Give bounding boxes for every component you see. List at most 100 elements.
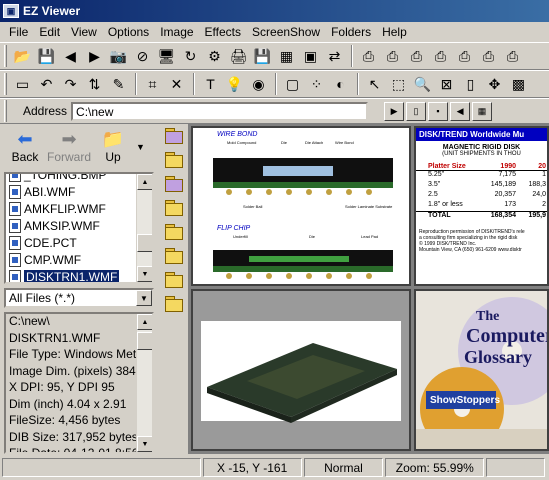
- convert-button[interactable]: ⇄: [323, 45, 346, 67]
- forward-button[interactable]: ➡ Forward: [47, 128, 92, 164]
- page-button[interactable]: ▯: [459, 73, 482, 95]
- folder-icon[interactable]: [164, 174, 184, 192]
- forward-arrow-button[interactable]: ▶: [83, 45, 106, 67]
- menu-file[interactable]: File: [4, 25, 34, 39]
- menu-image[interactable]: Image: [155, 25, 199, 39]
- scroll-down-icon[interactable]: ▼: [137, 266, 152, 282]
- frame-button[interactable]: ▢: [281, 73, 304, 95]
- address-input[interactable]: C:\new: [71, 101, 369, 121]
- folder-icon[interactable]: [164, 222, 184, 240]
- list-item[interactable]: AMKSIP.WMF: [6, 217, 152, 234]
- delete-button[interactable]: ✕: [165, 73, 188, 95]
- list-item[interactable]: ABI.WMF: [6, 183, 152, 200]
- svg-text:Lead Pad: Lead Pad: [361, 234, 378, 239]
- list-item[interactable]: CMP.WMF: [6, 251, 152, 268]
- forward-label: Forward: [47, 150, 92, 164]
- print-button[interactable]: 🖨: [227, 45, 250, 67]
- scroll-thumb[interactable]: [137, 234, 152, 252]
- color-button[interactable]: ◐: [329, 73, 352, 95]
- toolbar-grip[interactable]: [4, 100, 7, 122]
- bga-chip-image: [207, 343, 397, 423]
- move-button[interactable]: ✥: [483, 73, 506, 95]
- play-button[interactable]: ▶: [384, 101, 405, 121]
- menu-effects[interactable]: Effects: [200, 25, 247, 39]
- menu-options[interactable]: Options: [103, 25, 155, 39]
- redo-button[interactable]: ↷: [59, 73, 82, 95]
- thumbnail-icon: ▣: [303, 47, 318, 64]
- file-list[interactable]: _TOHING.BMP ABI.WMF AMKFLIP.WMF AMKSIP.W…: [4, 172, 154, 284]
- pause-button[interactable]: ▯: [406, 101, 427, 121]
- printer3-button[interactable]: ⎙: [405, 45, 428, 67]
- slideshow-icon[interactable]: ▦: [472, 101, 493, 121]
- scroll-thumb[interactable]: [137, 332, 152, 350]
- thumbnail-button[interactable]: ▣: [299, 45, 322, 67]
- info-scrollbar[interactable]: ▲ ▼: [136, 314, 152, 452]
- undo-button[interactable]: ↶: [35, 73, 58, 95]
- camera-button[interactable]: 📷: [107, 45, 130, 67]
- scatter-button[interactable]: ⁘: [305, 73, 328, 95]
- prev-button[interactable]: ◀: [450, 101, 471, 121]
- back-arrow-button[interactable]: ◀: [59, 45, 82, 67]
- menu-help[interactable]: Help: [377, 25, 413, 39]
- list-item[interactable]: AMKFLIP.WMF: [6, 200, 152, 217]
- select-pointer-button[interactable]: ↖: [363, 73, 386, 95]
- toolbar-separator: [351, 45, 353, 67]
- marquee-button[interactable]: ⬚: [387, 73, 410, 95]
- scroll-down-icon[interactable]: ▼: [137, 436, 152, 452]
- camera-icon: 📷: [109, 47, 128, 64]
- folder-icon[interactable]: [164, 150, 184, 168]
- folder-icon[interactable]: [164, 126, 184, 144]
- printer6-button[interactable]: ⎙: [477, 45, 500, 67]
- thumbnail-bga-chip[interactable]: [191, 289, 411, 451]
- menu-folders[interactable]: Folders: [326, 25, 377, 39]
- printer4-button[interactable]: ⎙: [429, 45, 452, 67]
- zoom-button[interactable]: 🔍: [411, 73, 434, 95]
- menu-screenshow[interactable]: ScreenShow: [247, 25, 326, 39]
- grid-button[interactable]: ▩: [507, 73, 530, 95]
- flip-button[interactable]: ⇅: [83, 73, 106, 95]
- toolbar-grip[interactable]: [4, 73, 7, 95]
- open-button[interactable]: 📂: [11, 45, 34, 67]
- folder-icon[interactable]: [164, 246, 184, 264]
- list-item[interactable]: CDE.PCT: [6, 234, 152, 251]
- back-button[interactable]: ⬅ Back: [4, 128, 46, 164]
- file-type-filter[interactable]: All Files (*.*) ▼: [4, 288, 154, 308]
- info-line: File Date: 04-12-01 8:56:5: [9, 446, 149, 454]
- redeye-button[interactable]: ◉: [247, 73, 270, 95]
- bulb-button[interactable]: 💡: [223, 73, 246, 95]
- monitor-button[interactable]: 🖥: [155, 45, 178, 67]
- list-item[interactable]: _TOHING.BMP: [6, 174, 152, 183]
- printer7-button[interactable]: ⎙: [501, 45, 524, 67]
- list-item-selected[interactable]: DISKTRN1.WMF: [6, 268, 152, 282]
- menu-edit[interactable]: Edit: [34, 25, 66, 39]
- toolbar-grip[interactable]: [4, 45, 7, 67]
- printer2-button[interactable]: ⎙: [381, 45, 404, 67]
- chevron-down-icon[interactable]: ▼: [136, 142, 145, 152]
- printer-button[interactable]: ⎙: [357, 45, 380, 67]
- text-button[interactable]: T: [199, 73, 222, 95]
- scroll-up-icon[interactable]: ▲: [137, 174, 152, 190]
- crop-button[interactable]: ⌗: [141, 73, 164, 95]
- stop-button[interactable]: ⊘: [131, 45, 154, 67]
- disk-button[interactable]: 💾: [251, 45, 274, 67]
- folder-icon[interactable]: [164, 270, 184, 288]
- settings-button[interactable]: ⚙: [203, 45, 226, 67]
- scroll-up-icon[interactable]: ▲: [137, 314, 152, 330]
- printer5-button[interactable]: ⎙: [453, 45, 476, 67]
- gallery-button[interactable]: ▦: [275, 45, 298, 67]
- thumbnail-cds[interactable]: The Computer Glossary ShowStoppers: [414, 289, 549, 451]
- rotate-button[interactable]: ↻: [179, 45, 202, 67]
- folder-icon[interactable]: [164, 198, 184, 216]
- thumbnail-disktrend[interactable]: DISK/TREND Worldwide Mu MAGNETIC RIGID D…: [414, 126, 549, 286]
- menu-view[interactable]: View: [66, 25, 103, 39]
- effects-button[interactable]: ✎: [107, 73, 130, 95]
- chevron-down-icon[interactable]: ▼: [136, 290, 152, 306]
- stop-button[interactable]: ▪: [428, 101, 449, 121]
- thumbnail-wirebond[interactable]: WIRE BOND Mold Compound Die Die Attach W…: [191, 126, 411, 286]
- fit-button[interactable]: ⊠: [435, 73, 458, 95]
- scanner-button[interactable]: ▭: [11, 73, 34, 95]
- folder-icon[interactable]: [164, 294, 184, 312]
- file-list-scrollbar[interactable]: ▲ ▼: [136, 174, 152, 282]
- up-button[interactable]: 📁 Up: [92, 128, 134, 164]
- save-button[interactable]: 💾: [35, 45, 58, 67]
